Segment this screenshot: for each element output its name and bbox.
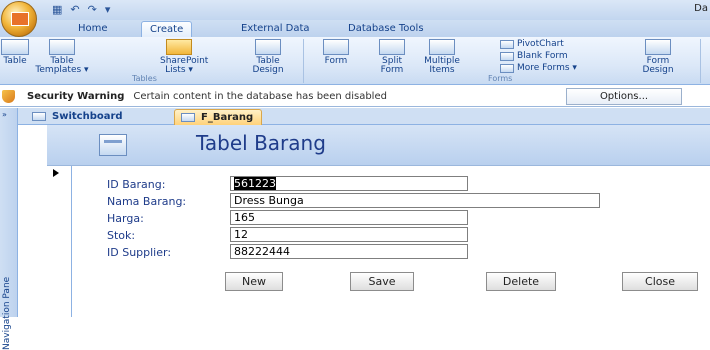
window-title: Da xyxy=(694,3,708,14)
delete-button[interactable]: Delete xyxy=(486,272,556,291)
record-selector-arrow-icon xyxy=(53,169,59,177)
tab-create[interactable]: Create xyxy=(141,21,193,37)
id-barang-label: ID Barang: xyxy=(107,178,166,191)
table-icon xyxy=(1,39,29,55)
table-templates-label: Table Templates ▾ xyxy=(35,56,89,75)
split-form-icon xyxy=(379,39,405,55)
split-form-button[interactable]: Split Form xyxy=(372,39,412,75)
doc-tab-label: F_Barang xyxy=(201,112,254,123)
close-button[interactable]: Close xyxy=(622,272,698,291)
office-logo-icon xyxy=(11,12,29,26)
table-design-button[interactable]: Table Design xyxy=(246,39,290,75)
tab-home[interactable]: Home xyxy=(70,21,116,37)
qat-dropdown-icon[interactable]: ▾ xyxy=(105,3,111,16)
form-header: Tabel Barang xyxy=(47,125,710,166)
stok-label: Stok: xyxy=(107,229,136,242)
save-button[interactable]: Save xyxy=(350,272,414,291)
pivotchart-button[interactable]: PivotChart xyxy=(500,39,564,49)
stok-input[interactable]: 12 xyxy=(230,227,468,242)
title-bar: ▦ ↶ ↷ ▾ Da xyxy=(0,0,710,20)
quick-access-toolbar: ▦ ↶ ↷ ▾ xyxy=(52,2,110,16)
options-button[interactable]: Options... xyxy=(566,88,682,105)
undo-icon[interactable]: ↶ xyxy=(70,3,79,16)
pivotchart-label: PivotChart xyxy=(517,39,564,49)
sharepoint-lists-icon xyxy=(166,39,192,55)
ribbon-group-separator xyxy=(700,39,701,83)
office-button[interactable] xyxy=(1,1,37,37)
save-icon[interactable]: ▦ xyxy=(52,3,62,16)
harga-input[interactable]: 165 xyxy=(230,210,468,225)
blank-form-button[interactable]: Blank Form xyxy=(500,51,568,61)
form-icon xyxy=(32,112,46,121)
more-forms-icon xyxy=(500,63,514,73)
form-header-icon xyxy=(99,134,127,156)
blank-form-label: Blank Form xyxy=(517,51,568,61)
table-button-label: Table xyxy=(3,56,27,66)
table-button[interactable]: Table xyxy=(0,39,30,66)
nama-barang-input[interactable]: Dress Bunga xyxy=(230,193,600,208)
doc-tab-f-barang[interactable]: F_Barang xyxy=(174,109,263,125)
id-supplier-label: ID Supplier: xyxy=(107,246,172,259)
document-tabs: Switchboard F_Barang xyxy=(18,108,710,125)
form-button[interactable]: Form xyxy=(316,39,356,66)
form-button-label: Form xyxy=(324,56,348,66)
tab-external-data[interactable]: External Data xyxy=(233,21,318,37)
ribbon-group-separator xyxy=(303,39,304,83)
nav-pane-label: Navigation Pane xyxy=(2,276,12,350)
multiple-items-label: Multiple Items xyxy=(424,56,460,75)
ribbon: Table Table Templates ▾ SharePoint Lists… xyxy=(0,37,710,85)
security-warning-message: Certain content in the database has been… xyxy=(133,90,387,102)
id-supplier-input[interactable]: 88222444 xyxy=(230,244,468,259)
table-design-icon xyxy=(255,39,281,55)
forms-group-label: Forms xyxy=(488,74,513,83)
blank-form-icon xyxy=(500,51,514,61)
doc-tab-label: Switchboard xyxy=(52,111,123,122)
multiple-items-button[interactable]: Multiple Items xyxy=(420,39,464,75)
more-forms-label: More Forms ▾ xyxy=(517,63,577,73)
table-templates-button[interactable]: Table Templates ▾ xyxy=(34,39,90,75)
ribbon-tabs: Home Create External Data Database Tools xyxy=(0,20,710,37)
tab-database-tools[interactable]: Database Tools xyxy=(340,21,432,37)
nav-pane-toggle-icon[interactable]: » xyxy=(2,110,7,119)
harga-label: Harga: xyxy=(107,212,144,225)
id-barang-input[interactable]: 561223 xyxy=(230,176,468,191)
tables-group-label: Tables xyxy=(132,74,157,83)
more-forms-button[interactable]: More Forms ▾ xyxy=(500,63,577,73)
form-design-label: Form Design xyxy=(642,56,674,75)
form-icon xyxy=(181,113,195,122)
form-title: Tabel Barang xyxy=(196,131,326,155)
table-design-label: Table Design xyxy=(252,56,284,75)
split-form-label: Split Form xyxy=(380,56,404,75)
doc-tab-switchboard[interactable]: Switchboard xyxy=(26,109,131,125)
id-barang-value: 561223 xyxy=(234,177,276,190)
security-warning-title: Security Warning xyxy=(27,90,125,102)
sharepoint-lists-label: SharePoint Lists ▾ xyxy=(160,56,209,75)
form-design-button[interactable]: Form Design xyxy=(636,39,680,75)
shield-icon xyxy=(2,89,15,103)
new-button[interactable]: New xyxy=(225,272,283,291)
navigation-pane[interactable]: » Navigation Pane xyxy=(0,108,18,350)
sharepoint-lists-button[interactable]: SharePoint Lists ▾ xyxy=(160,39,208,75)
multiple-items-icon xyxy=(429,39,455,55)
form-design-icon xyxy=(645,39,671,55)
pivotchart-icon xyxy=(500,39,514,49)
form-icon xyxy=(323,39,349,55)
nama-barang-label: Nama Barang: xyxy=(107,195,187,208)
table-templates-icon xyxy=(49,39,75,55)
record-selector[interactable] xyxy=(47,166,72,317)
redo-icon[interactable]: ↷ xyxy=(88,3,97,16)
security-warning-bar: Security Warning Certain content in the … xyxy=(0,86,710,107)
